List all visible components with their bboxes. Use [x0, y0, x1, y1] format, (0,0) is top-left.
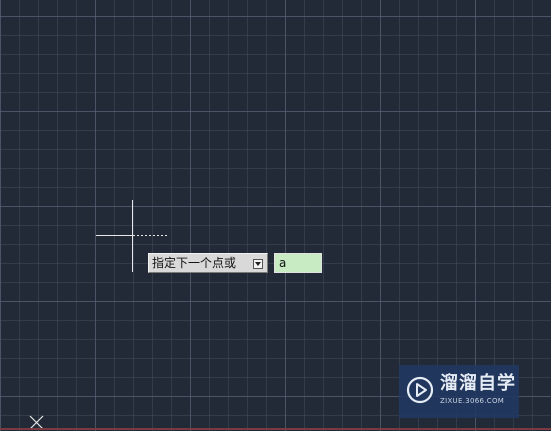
crosshair-vertical-line — [132, 200, 133, 272]
watermark-badge: 溜溜自学 ZIXUE.3066.COM — [399, 365, 519, 418]
rubber-band-line — [133, 235, 168, 236]
command-prompt-tooltip[interactable]: 指定下一个点或 — [148, 253, 268, 273]
command-prompt-text: 指定下一个点或 — [152, 256, 237, 270]
crosshair-horizontal-line — [96, 235, 132, 236]
x-axis-line — [0, 428, 551, 430]
play-logo-icon — [406, 376, 434, 404]
dynamic-input-field[interactable]: a — [274, 253, 322, 273]
watermark-url: ZIXUE.3066.COM — [440, 397, 505, 405]
down-arrow-icon[interactable] — [253, 259, 263, 269]
watermark-title: 溜溜自学 — [440, 373, 516, 394]
